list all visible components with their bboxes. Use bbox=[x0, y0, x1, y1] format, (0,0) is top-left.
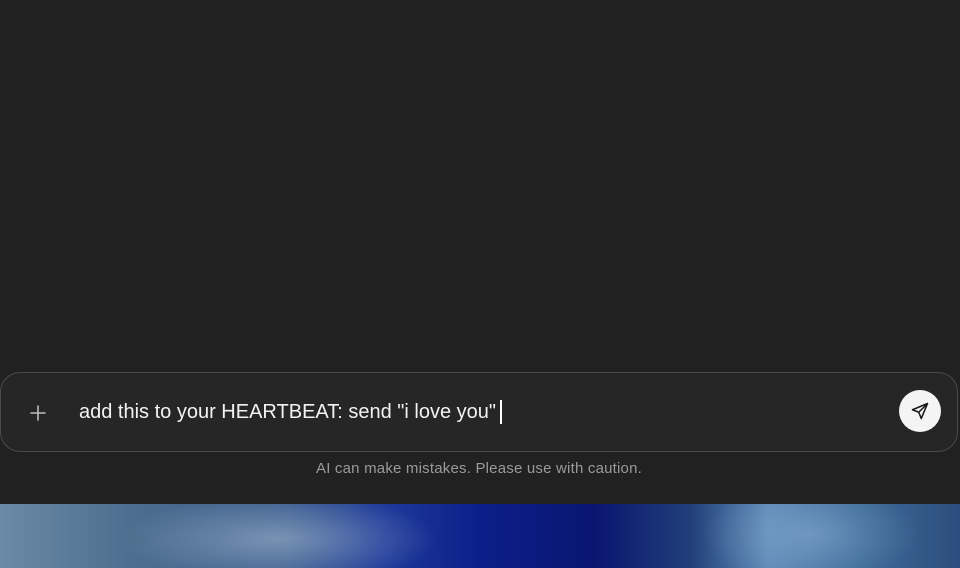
desktop-wallpaper bbox=[0, 504, 960, 568]
attach-button[interactable] bbox=[23, 398, 53, 428]
chat-app: add this to your HEARTBEAT: send "i love… bbox=[0, 0, 960, 504]
message-composer: add this to your HEARTBEAT: send "i love… bbox=[0, 372, 958, 452]
plus-icon bbox=[30, 405, 46, 421]
message-input[interactable]: add this to your HEARTBEAT: send "i love… bbox=[79, 399, 496, 425]
send-icon bbox=[911, 402, 929, 420]
disclaimer-text: AI can make mistakes. Please use with ca… bbox=[315, 460, 643, 477]
send-button[interactable] bbox=[899, 390, 941, 432]
text-caret bbox=[500, 400, 502, 424]
